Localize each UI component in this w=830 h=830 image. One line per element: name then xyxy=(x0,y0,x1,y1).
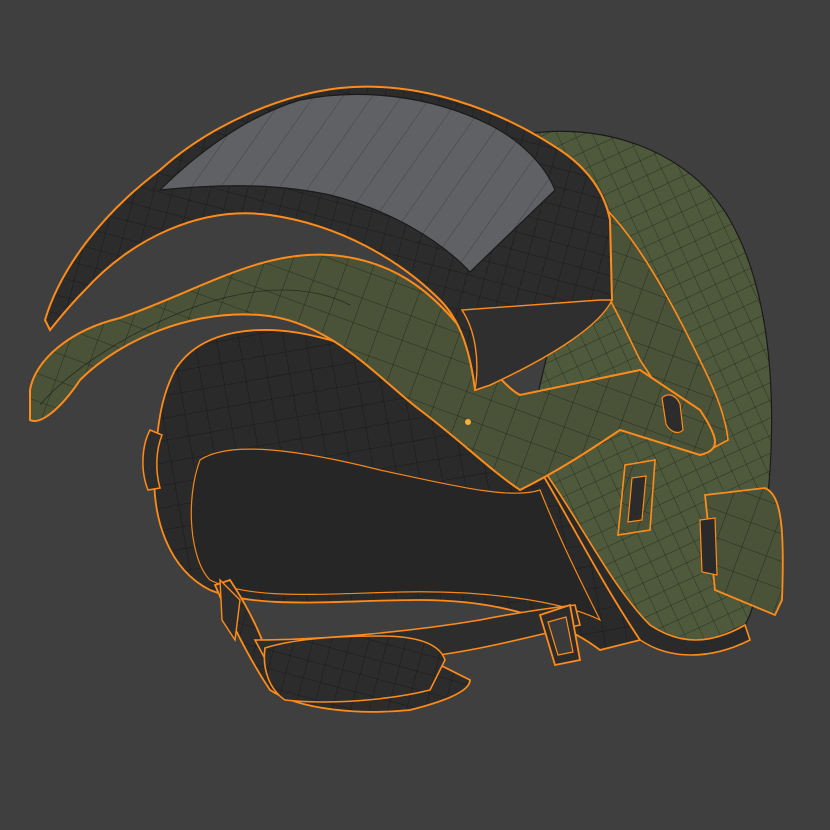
3d-viewport[interactable] xyxy=(0,0,830,830)
vertex-origin-dot xyxy=(465,419,471,425)
helmet-wireframe-render xyxy=(29,85,784,713)
